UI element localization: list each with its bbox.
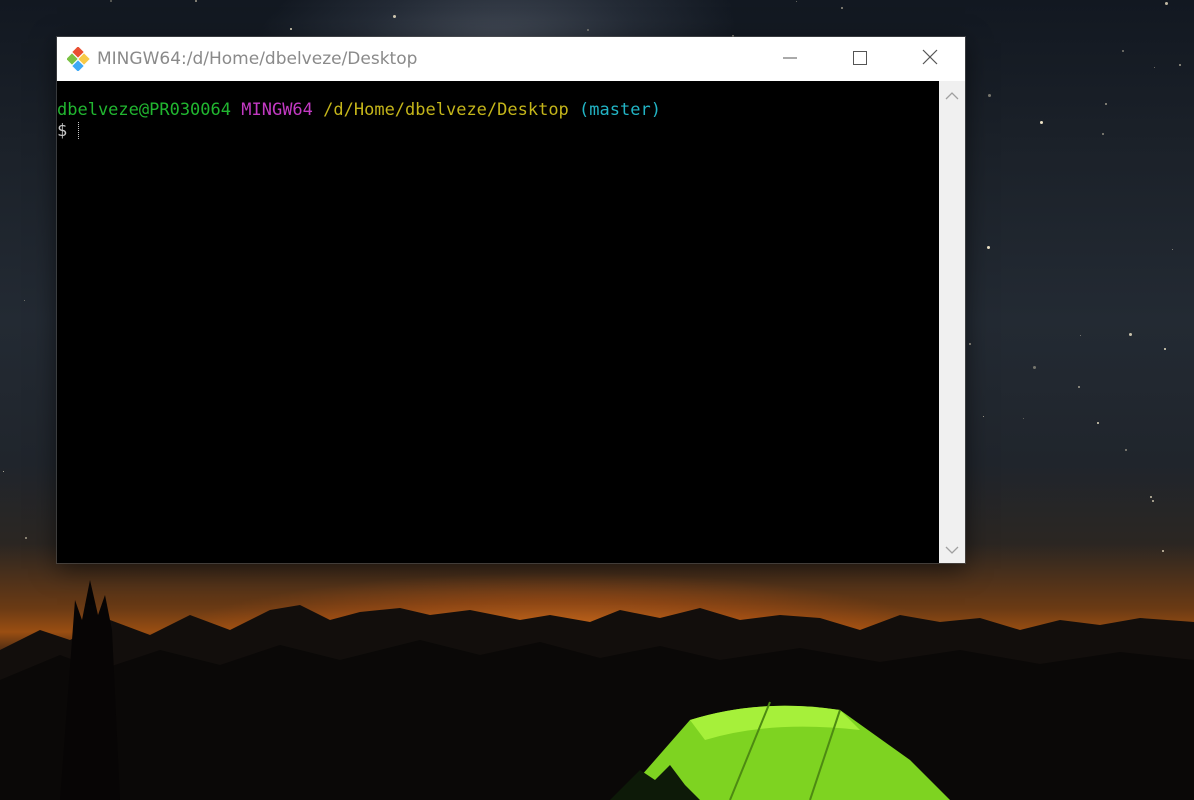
star — [1150, 496, 1152, 498]
star — [1102, 133, 1104, 135]
prompt-line: dbelveze@PR030064 MINGW64 /d/Home/dbelve… — [57, 100, 939, 121]
maximize-icon — [853, 50, 867, 69]
star — [1152, 500, 1154, 502]
git-bash-icon — [66, 46, 91, 72]
close-button[interactable] — [895, 37, 965, 81]
star — [1023, 418, 1024, 419]
scroll-up-button[interactable] — [939, 81, 965, 109]
star — [969, 343, 971, 345]
mountain-silhouette — [0, 580, 1194, 800]
prompt-system: MINGW64 — [241, 100, 313, 120]
star — [1172, 249, 1173, 250]
scroll-down-button[interactable] — [939, 535, 965, 563]
minimize-icon — [783, 50, 797, 69]
star — [1125, 449, 1127, 451]
star — [988, 94, 991, 97]
star — [3, 471, 4, 472]
star — [24, 300, 25, 301]
prompt-user-host: dbelveze@PR030064 — [57, 100, 231, 120]
star — [110, 0, 112, 2]
star — [1097, 422, 1099, 424]
star — [587, 29, 589, 31]
title-bar[interactable]: MINGW64:/d/Home/dbelveze/Desktop — [57, 37, 965, 81]
star — [1078, 386, 1080, 388]
close-icon — [922, 49, 938, 69]
star — [290, 28, 292, 30]
prompt-symbol: $ — [57, 121, 68, 141]
terminal-window[interactable]: MINGW64:/d/Home/dbelveze/Desktop dbelvez… — [57, 37, 965, 563]
chevron-up-icon — [945, 86, 959, 105]
star — [1162, 550, 1164, 552]
terminal-output[interactable]: dbelveze@PR030064 MINGW64 /d/Home/dbelve… — [57, 81, 939, 563]
star — [1033, 366, 1036, 369]
maximize-button[interactable] — [825, 37, 895, 81]
star — [1154, 67, 1155, 68]
chevron-down-icon — [945, 540, 959, 559]
prompt-branch: (master) — [579, 100, 661, 120]
text-cursor — [78, 122, 80, 139]
star — [195, 0, 197, 2]
star — [1179, 64, 1181, 66]
star — [1080, 335, 1081, 336]
prompt-path: /d/Home/dbelveze/Desktop — [323, 100, 569, 120]
vertical-scrollbar[interactable] — [939, 81, 965, 563]
star — [1164, 348, 1166, 350]
star — [393, 15, 396, 18]
star — [796, 1, 797, 2]
star — [983, 416, 984, 417]
star — [25, 537, 27, 539]
star — [1105, 103, 1107, 105]
star — [1040, 121, 1043, 124]
input-line[interactable]: $ — [57, 121, 939, 142]
star — [1129, 333, 1132, 336]
star — [1165, 2, 1168, 5]
green-tent — [610, 701, 950, 800]
star — [987, 246, 990, 249]
star — [1122, 50, 1124, 52]
minimize-button[interactable] — [755, 37, 825, 81]
window-title: MINGW64:/d/Home/dbelveze/Desktop — [97, 49, 418, 69]
star — [841, 7, 843, 9]
